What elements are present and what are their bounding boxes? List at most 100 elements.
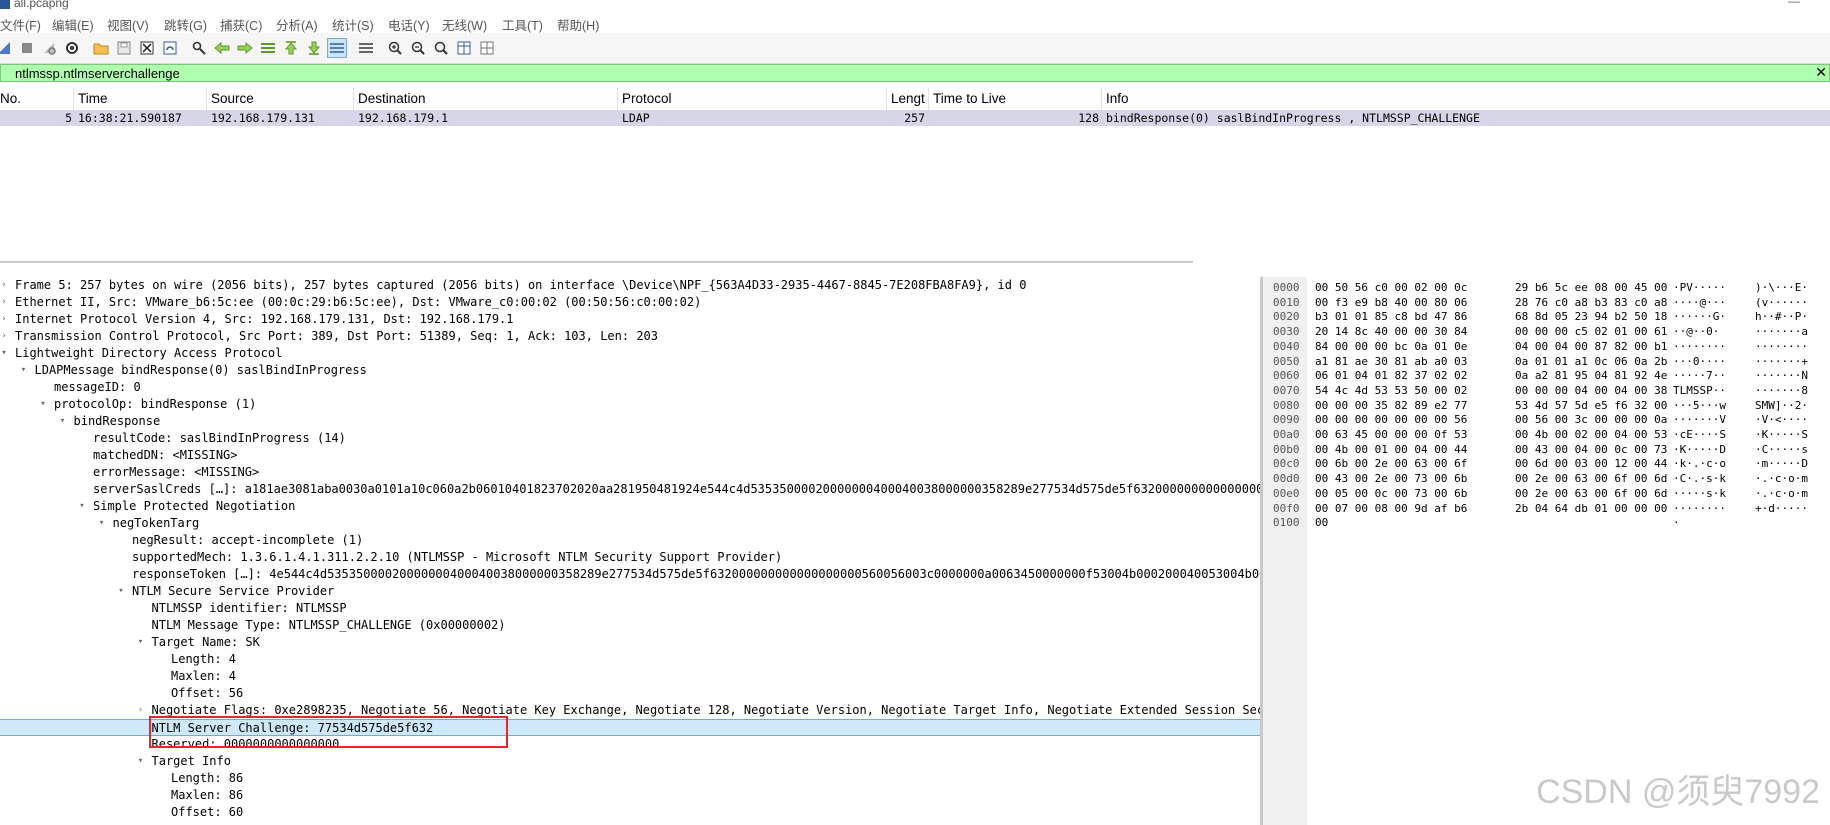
menu-analyze[interactable]: 分析(A) [276, 15, 318, 34]
byte-offset: 0040 [1273, 339, 1300, 353]
collapse-icon[interactable]: ▾ [0, 345, 9, 362]
hex-bytes-high: 28 76 c0 a8 b3 83 c0 a8 [1515, 295, 1668, 309]
column-time-to-live[interactable]: Time to Live [929, 88, 1102, 110]
tree-row[interactable]: Maxlen: 4 [0, 668, 1260, 685]
zoom-in-icon[interactable] [385, 38, 405, 58]
byte-offset: 0070 [1273, 383, 1300, 397]
column-source[interactable]: Source [207, 88, 354, 110]
autoscroll-icon[interactable] [327, 38, 347, 58]
tree-row[interactable]: supportedMech: 1.3.6.1.4.1.311.2.2.10 (N… [0, 549, 1260, 566]
close-file-icon[interactable] [137, 38, 157, 58]
collapse-icon[interactable]: ▾ [136, 634, 146, 651]
tree-row[interactable]: resultCode: saslBindInProgress (14) [0, 430, 1260, 447]
column-time[interactable]: Time [74, 88, 207, 110]
column-length[interactable]: Lengt [887, 88, 929, 110]
tree-row[interactable]: ▾ Lightweight Directory Access Protocol [0, 345, 1260, 362]
save-icon[interactable] [114, 38, 134, 58]
tree-row[interactable]: ▾ Target Name: SK [0, 634, 1260, 651]
column-protocol[interactable]: Protocol [618, 88, 887, 110]
hex-bytes-low: 06 01 04 01 82 37 02 02 [1315, 369, 1468, 383]
menu-statistics[interactable]: 统计(S) [332, 15, 374, 34]
last-packet-icon[interactable] [304, 38, 324, 58]
tree-row[interactable]: › Ethernet II, Src: VMware_b6:5c:ee (00:0… [0, 294, 1260, 311]
collapse-icon[interactable]: ▾ [58, 413, 68, 430]
column-no[interactable]: No. [0, 88, 74, 110]
tree-row[interactable]: messageID: 0 [0, 379, 1260, 396]
ascii-bytes-low: TLMSSP·· [1673, 383, 1726, 397]
menu-go[interactable]: 跳转(G) [164, 15, 207, 34]
layout-icon[interactable] [477, 38, 497, 58]
collapse-icon[interactable]: ▾ [116, 583, 126, 600]
first-packet-icon[interactable] [281, 38, 301, 58]
shark-fin-start-icon[interactable] [0, 38, 14, 58]
tree-row-text: Length: 86 [171, 771, 244, 785]
tree-row[interactable]: serverSaslCreds […]: a181ae3081aba0030a0… [0, 481, 1260, 498]
reload-icon[interactable] [160, 38, 180, 58]
zoom-normal-icon[interactable] [431, 38, 451, 58]
tree-row[interactable]: › Frame 5: 257 bytes on wire (2056 bits),… [0, 277, 1260, 294]
tree-row[interactable]: Length: 86 [0, 770, 1260, 787]
expand-icon[interactable]: › [0, 311, 9, 328]
tree-row[interactable]: Offset: 56 [0, 685, 1260, 702]
menu-capture[interactable]: 捕获(C) [220, 15, 262, 34]
go-forward-icon[interactable] [235, 38, 255, 58]
tree-row[interactable]: responseToken […]: 4e544c4d5353500002000… [0, 566, 1260, 583]
tree-row[interactable]: ▾ NTLM Secure Service Provider [0, 583, 1260, 600]
menu-view[interactable]: 视图(V) [107, 15, 149, 34]
expand-icon[interactable]: › [0, 328, 9, 345]
tree-row[interactable]: ▾ LDAPMessage bindResponse(0) saslBindInP… [0, 362, 1260, 379]
collapse-icon[interactable]: ▾ [38, 396, 48, 413]
tree-row[interactable]: matchedDN: <MISSING> [0, 447, 1260, 464]
hex-bytes-high: 00 2e 00 63 00 6f 00 6d [1515, 486, 1668, 500]
go-to-packet-icon[interactable] [258, 38, 278, 58]
options-gear-icon[interactable] [62, 38, 82, 58]
column-destination[interactable]: Destination [354, 88, 618, 110]
tree-row[interactable]: errorMessage: <MISSING> [0, 464, 1260, 481]
column-info[interactable]: Info [1102, 88, 1830, 110]
expand-icon[interactable]: › [136, 702, 146, 719]
expand-icon[interactable]: › [0, 294, 9, 311]
tree-row[interactable]: NTLMSSP identifier: NTLMSSP [0, 600, 1260, 617]
find-icon[interactable] [189, 38, 209, 58]
menu-file[interactable]: 文件(F) [0, 15, 41, 34]
horizontal-scrollbar[interactable] [0, 261, 1193, 263]
colorize-icon[interactable] [356, 38, 376, 58]
byte-offset: 0060 [1273, 369, 1300, 383]
tree-row[interactable]: NTLM Message Type: NTLMSSP_CHALLENGE (0x… [0, 617, 1260, 634]
tree-row[interactable]: ▾ Target Info [0, 753, 1260, 770]
tree-row[interactable]: ▾ protocolOp: bindResponse (1) [0, 396, 1260, 413]
menu-edit[interactable]: 编辑(E) [52, 15, 94, 34]
menu-tools[interactable]: 工具(T) [502, 15, 543, 34]
stop-icon[interactable] [17, 38, 37, 58]
tree-row[interactable]: › Transmission Control Protocol, Src Port… [0, 328, 1260, 345]
tree-row[interactable]: ▾ negTokenTarg [0, 515, 1260, 532]
ascii-bytes-high: SMW]··2· [1755, 398, 1808, 412]
display-filter-input[interactable] [7, 65, 1805, 81]
tree-row[interactable]: negResult: accept-incomplete (1) [0, 532, 1260, 549]
tree-row[interactable]: Maxlen: 86 [0, 787, 1260, 804]
tree-row[interactable]: ▾ bindResponse [0, 413, 1260, 430]
clear-filter-icon[interactable]: ✕ [1815, 64, 1827, 81]
collapse-icon[interactable]: ▾ [136, 753, 146, 770]
hex-bytes-high: 00 56 00 3c 00 00 00 0a [1515, 413, 1668, 427]
menu-telephony[interactable]: 电话(Y) [388, 15, 430, 34]
menu-wireless[interactable]: 无线(W) [442, 15, 487, 34]
tree-row[interactable]: Length: 4 [0, 651, 1260, 668]
go-back-icon[interactable] [212, 38, 232, 58]
resize-columns-icon[interactable] [454, 38, 474, 58]
menu-help[interactable]: 帮助(H) [557, 15, 599, 34]
tree-row[interactable]: ▾ Simple Protected Negotiation [0, 498, 1260, 515]
restart-icon[interactable] [39, 38, 59, 58]
annotation-highlight-box [149, 716, 508, 748]
expand-icon[interactable]: › [0, 277, 9, 294]
minimize-icon[interactable]: — [1788, 0, 1800, 8]
tree-row-text: serverSaslCreds […]: a181ae3081aba0030a0… [93, 482, 1260, 496]
collapse-icon[interactable]: ▾ [97, 515, 107, 532]
packet-row[interactable]: 5 16:38:21.590187 192.168.179.131 192.16… [0, 110, 1830, 126]
collapse-icon[interactable]: ▾ [77, 498, 87, 515]
tree-row[interactable]: › Internet Protocol Version 4, Src: 192.1… [0, 311, 1260, 328]
open-folder-icon[interactable] [91, 38, 111, 58]
collapse-icon[interactable]: ▾ [19, 362, 29, 379]
tree-row[interactable]: Offset: 60 [0, 804, 1260, 821]
zoom-out-icon[interactable] [408, 38, 428, 58]
